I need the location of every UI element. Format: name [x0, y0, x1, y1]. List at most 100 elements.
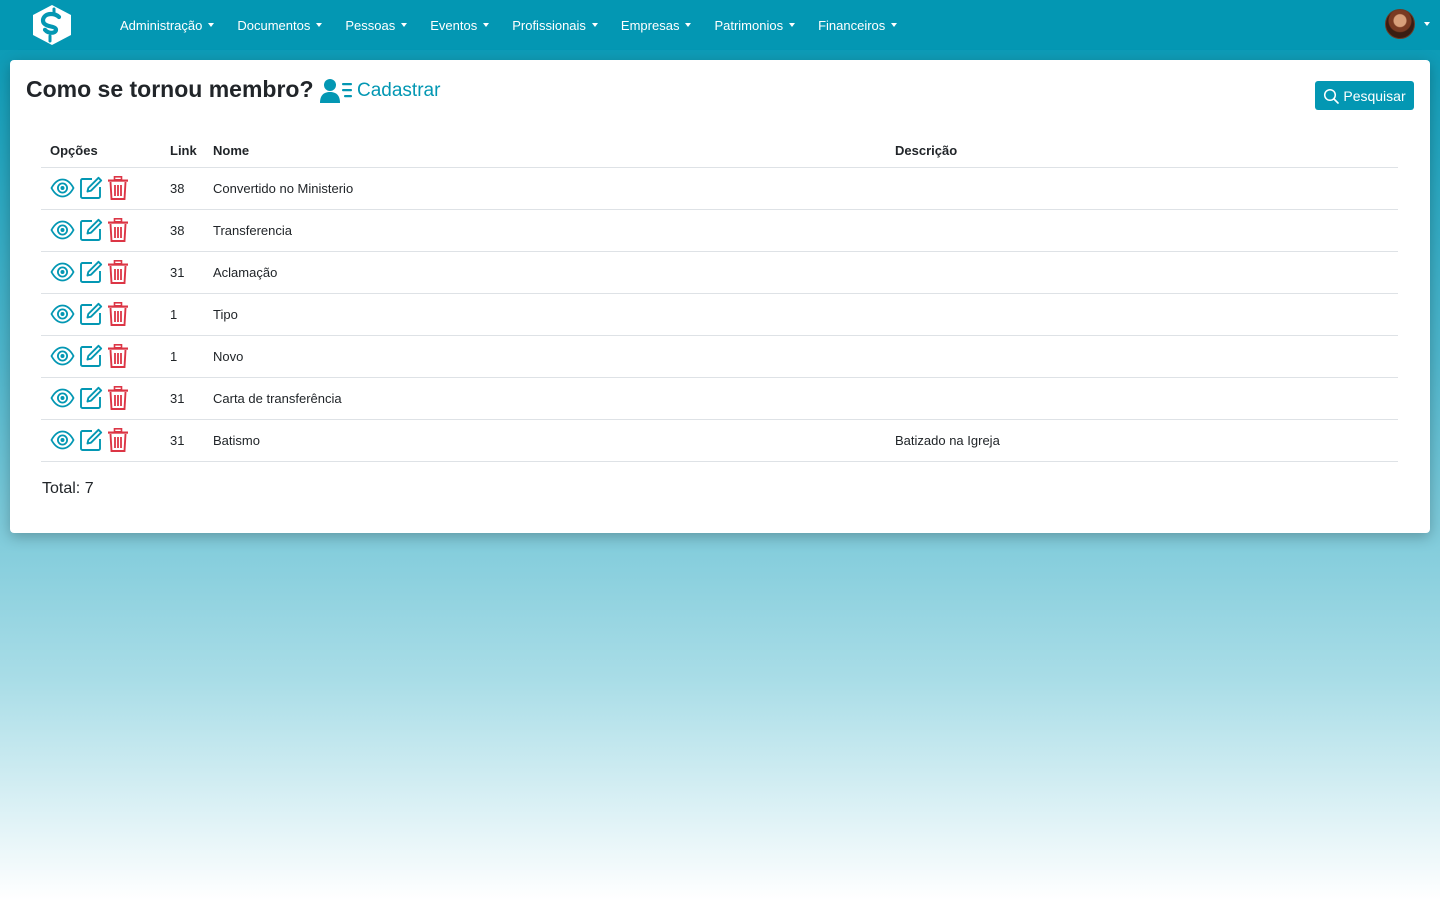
edit-pencil-icon[interactable] — [79, 428, 103, 452]
row-options — [41, 293, 161, 336]
edit-pencil-icon[interactable] — [79, 218, 103, 242]
user-menu[interactable] — [1385, 9, 1430, 39]
caret-down-icon — [591, 23, 598, 27]
delete-trash-icon[interactable] — [107, 217, 129, 243]
cell-descricao: Batizado na Igreja — [886, 419, 1398, 462]
caret-down-icon — [316, 23, 323, 27]
table-row: 38 Convertido no Ministerio — [41, 167, 1398, 210]
caret-down-icon — [1424, 22, 1430, 26]
row-options — [41, 167, 161, 210]
avatar[interactable] — [1385, 9, 1415, 39]
view-eye-icon[interactable] — [50, 178, 75, 198]
view-eye-icon[interactable] — [50, 346, 75, 366]
pesquisar-label: Pesquisar — [1343, 87, 1406, 104]
delete-trash-icon[interactable] — [107, 175, 129, 201]
caret-down-icon — [401, 23, 408, 27]
edit-pencil-icon[interactable] — [79, 176, 103, 200]
user-list-icon — [320, 79, 352, 103]
table-row: 1 Tipo — [41, 293, 1398, 336]
s-logo-icon[interactable] — [30, 4, 74, 46]
cell-descricao — [886, 167, 1398, 210]
row-options — [41, 419, 161, 462]
view-eye-icon[interactable] — [50, 388, 75, 408]
menu-patrimonios[interactable]: Patrimonios — [704, 18, 805, 33]
edit-pencil-icon[interactable] — [79, 260, 103, 284]
cell-descricao — [886, 377, 1398, 420]
view-eye-icon[interactable] — [50, 262, 75, 282]
menu-documentos[interactable]: Documentos — [227, 18, 332, 33]
page-title: Como se tornou membro? — [26, 76, 314, 102]
cell-nome: Carta de transferência — [204, 377, 886, 420]
menu-label: Eventos — [430, 17, 478, 33]
data-table: Opções Link Nome Descrição 38 Convertido … — [41, 134, 1398, 462]
menu-pessoas[interactable]: Pessoas — [335, 18, 417, 33]
cell-link: 1 — [161, 293, 204, 336]
search-icon — [1324, 88, 1340, 104]
table-row: 31 Aclamação — [41, 251, 1398, 294]
cell-nome: Aclamação — [204, 251, 886, 294]
cell-descricao — [886, 293, 1398, 336]
menu-financeiros[interactable]: Financeiros — [808, 18, 907, 33]
cell-nome: Novo — [204, 335, 886, 378]
top-navbar: Administração Documentos Pessoas Eventos… — [0, 0, 1440, 50]
menu-profissionais[interactable]: Profissionais — [502, 18, 608, 33]
edit-pencil-icon[interactable] — [79, 344, 103, 368]
view-eye-icon[interactable] — [50, 304, 75, 324]
table-row: 31 Batismo Batizado na Igreja — [41, 419, 1398, 462]
caret-down-icon — [891, 23, 898, 27]
cell-nome: Transferencia — [204, 209, 886, 252]
cell-link: 31 — [161, 419, 204, 462]
view-eye-icon[interactable] — [50, 220, 75, 240]
table-row: 1 Novo — [41, 335, 1398, 378]
menu-administracao[interactable]: Administração — [110, 18, 224, 33]
menu-label: Empresas — [620, 17, 680, 33]
menu-eventos[interactable]: Eventos — [420, 18, 499, 33]
row-options — [41, 335, 161, 378]
delete-trash-icon[interactable] — [107, 385, 129, 411]
cell-link: 31 — [161, 377, 204, 420]
edit-pencil-icon[interactable] — [79, 302, 103, 326]
table-header-row: Opções Link Nome Descrição — [41, 134, 1398, 168]
cadastrar-link[interactable]: Cadastrar — [320, 78, 440, 104]
header-descricao: Descrição — [886, 134, 1398, 168]
view-eye-icon[interactable] — [50, 430, 75, 450]
cell-descricao — [886, 335, 1398, 378]
menu-empresas[interactable]: Empresas — [611, 18, 702, 33]
total-count: Total: 7 — [42, 480, 94, 497]
cell-link: 38 — [161, 167, 204, 210]
header-nome: Nome — [204, 134, 886, 168]
header-opcoes: Opções — [41, 134, 161, 168]
menu-label: Financeiros — [818, 17, 886, 33]
caret-down-icon — [789, 23, 796, 27]
cell-link: 38 — [161, 209, 204, 252]
cell-nome: Convertido no Ministerio — [204, 167, 886, 210]
cell-nome: Tipo — [204, 293, 886, 336]
row-options — [41, 251, 161, 294]
menu-label: Pessoas — [345, 17, 396, 33]
row-options — [41, 377, 161, 420]
table-row: 31 Carta de transferência — [41, 377, 1398, 420]
caret-down-icon — [685, 23, 692, 27]
header-link: Link — [161, 134, 204, 168]
row-options — [41, 209, 161, 252]
menu-label: Administração — [120, 17, 203, 33]
delete-trash-icon[interactable] — [107, 301, 129, 327]
edit-pencil-icon[interactable] — [79, 386, 103, 410]
pesquisar-button[interactable]: Pesquisar — [1315, 81, 1414, 110]
menu-label: Patrimonios — [714, 17, 784, 33]
menu-label: Profissionais — [512, 17, 586, 33]
cell-descricao — [886, 209, 1398, 252]
cadastrar-label: Cadastrar — [357, 80, 441, 101]
cell-link: 31 — [161, 251, 204, 294]
delete-trash-icon[interactable] — [107, 259, 129, 285]
content-card: Como se tornou membro? Cadastrar Pesquis… — [10, 60, 1430, 533]
caret-down-icon — [208, 23, 215, 27]
main-menu: Administração Documentos Pessoas Eventos… — [110, 0, 910, 50]
caret-down-icon — [483, 23, 490, 27]
cell-descricao — [886, 251, 1398, 294]
table-row: 38 Transferencia — [41, 209, 1398, 252]
menu-label: Documentos — [237, 17, 311, 33]
delete-trash-icon[interactable] — [107, 427, 129, 453]
cell-nome: Batismo — [204, 419, 886, 462]
delete-trash-icon[interactable] — [107, 343, 129, 369]
